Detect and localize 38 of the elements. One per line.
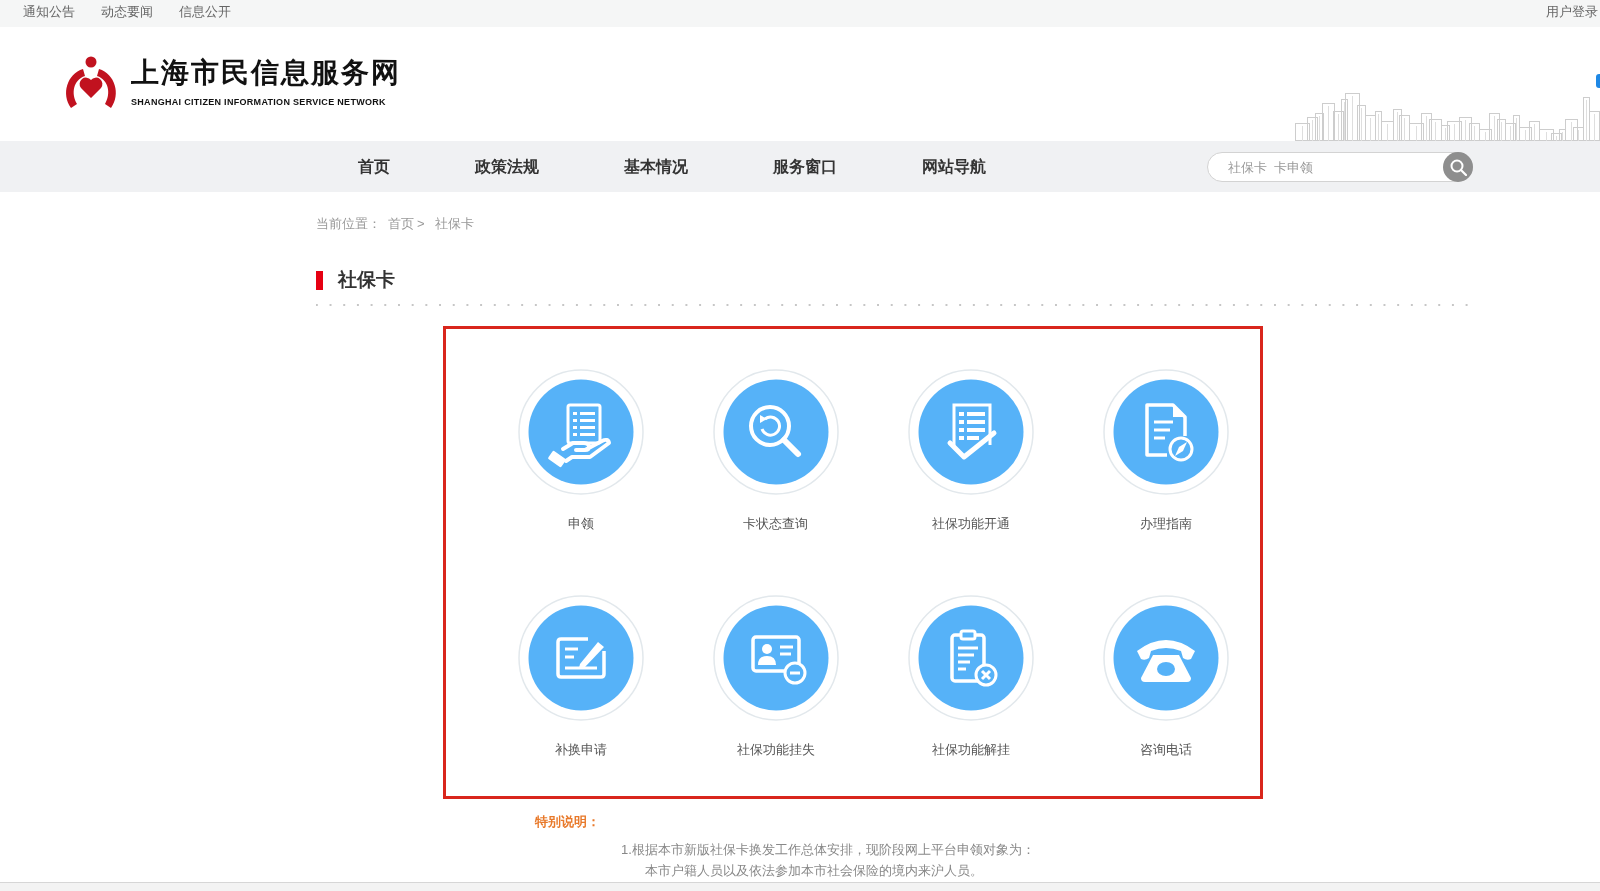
clipboard-cross-icon[interactable]	[907, 595, 1034, 721]
breadcrumb-separator: >	[417, 215, 425, 233]
checklist-icon[interactable]	[907, 369, 1034, 495]
notice-text: 1.根据本市新版社保卡换发工作总体安排，现阶段网上平台申领对象为：	[621, 841, 1035, 859]
nav-link[interactable]: 服务窗口	[773, 156, 837, 177]
top-link[interactable]: 信息公开	[179, 3, 231, 27]
service-link[interactable]: 卡状态查询	[712, 369, 839, 533]
service-link[interactable]: 社保功能开通	[907, 369, 1034, 533]
service-link[interactable]: 咨询电话	[1102, 595, 1229, 759]
site-subtitle: SHANGHAI CITIZEN INFORMATION SERVICE NETWORK	[131, 96, 386, 108]
hand-document-icon[interactable]	[517, 369, 644, 495]
top-link[interactable]: 通知公告	[23, 3, 75, 27]
nav-link[interactable]: 首页	[358, 156, 390, 177]
nav-link[interactable]: 基本情况	[624, 156, 688, 177]
login-link[interactable]: 用户登录	[1546, 3, 1598, 27]
search-button[interactable]	[1443, 152, 1473, 182]
breadcrumb-label: 当前位置：	[316, 215, 381, 233]
site-title: 上海市民信息服务网	[131, 57, 401, 89]
page-title: 社保卡	[338, 269, 395, 291]
breadcrumb-current: 社保卡	[434, 215, 474, 233]
document-compass-icon[interactable]	[1102, 369, 1229, 495]
search-icon	[1449, 158, 1467, 176]
service-link[interactable]: 社保功能挂失	[712, 595, 839, 759]
form-pen-icon[interactable]	[517, 595, 644, 721]
telephone-icon[interactable]	[1102, 595, 1229, 721]
notice-detail: 本市户籍人员以及依法参加本市社会保险的境内来沪人员。	[645, 862, 983, 880]
nav-link[interactable]: 网站导航	[922, 156, 986, 177]
notice-title: 特别说明：	[535, 813, 600, 831]
service-link[interactable]: 办理指南	[1102, 369, 1229, 533]
nav-link[interactable]: 政策法规	[475, 156, 539, 177]
title-accent-bar	[316, 270, 323, 290]
service-link[interactable]: 申领	[517, 369, 644, 533]
side-tab-edge	[1596, 74, 1600, 88]
top-link[interactable]: 动态要闻	[101, 3, 153, 27]
id-card-minus-icon[interactable]	[712, 595, 839, 721]
service-link[interactable]: 补换申请	[517, 595, 644, 759]
magnifier-refresh-icon[interactable]	[712, 369, 839, 495]
service-link[interactable]: 社保功能解挂	[907, 595, 1034, 759]
